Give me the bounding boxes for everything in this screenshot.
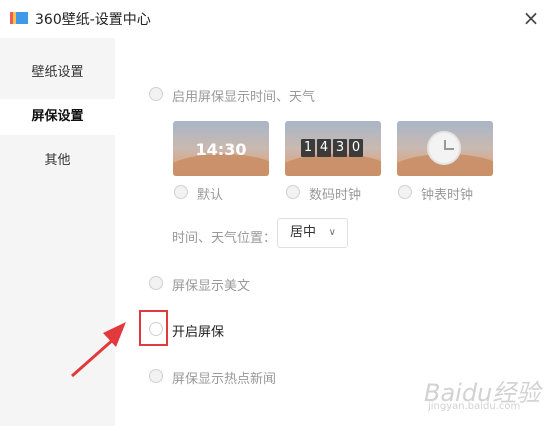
style-default-preview[interactable]: 14:30 <box>173 121 269 176</box>
show-news-radio[interactable] <box>149 369 163 383</box>
digit: 0 <box>349 139 363 157</box>
position-select[interactable]: 居中 ∨ <box>277 218 348 248</box>
style-default-radio[interactable] <box>174 185 188 199</box>
window-title: 360壁纸-设置中心 <box>35 12 151 28</box>
show-news-label: 屏保显示热点新闻 <box>172 372 277 387</box>
sidebar-item-other[interactable]: 其他 <box>0 143 115 179</box>
style-analog-label: 钟表时钟 <box>421 188 474 203</box>
sidebar-item-screensaver-settings[interactable]: 屏保设置 <box>0 99 115 135</box>
title-bar: 360壁纸-设置中心 × <box>0 0 554 38</box>
show-time-weather-label: 启用屏保显示时间、天气 <box>172 90 316 105</box>
watermark-url: jingyan.baidu.com <box>428 401 521 412</box>
style-analog-preview[interactable] <box>397 121 493 176</box>
default-clock-text: 14:30 <box>195 140 247 159</box>
show-article-radio[interactable] <box>149 276 163 290</box>
style-digital-preview[interactable]: 1 4 3 0 <box>285 121 381 176</box>
digit: 4 <box>317 139 331 157</box>
chevron-down-icon: ∨ <box>328 227 336 238</box>
style-analog-radio[interactable] <box>398 185 412 199</box>
position-label: 时间、天气位置： <box>172 231 277 246</box>
show-article-label: 屏保显示美文 <box>172 279 251 294</box>
digital-clock-digits: 1 4 3 0 <box>301 139 363 157</box>
settings-panel: 启用屏保显示时间、天气 14:30 1 4 3 0 默认 数码时钟 钟表时钟 时… <box>115 38 554 426</box>
highlight-box <box>139 310 168 346</box>
digit: 3 <box>333 139 347 157</box>
enable-screensaver-label: 开启屏保 <box>172 325 225 340</box>
style-digital-label: 数码时钟 <box>309 188 362 203</box>
style-digital-radio[interactable] <box>286 185 300 199</box>
sidebar: 壁纸设置 屏保设置 其他 <box>0 38 115 426</box>
show-time-weather-radio[interactable] <box>149 87 163 101</box>
digit: 1 <box>301 139 315 157</box>
app-logo-icon <box>10 12 28 24</box>
close-icon[interactable]: × <box>520 7 542 29</box>
sidebar-item-wallpaper-settings[interactable]: 壁纸设置 <box>0 55 115 91</box>
analog-clock-icon <box>427 131 461 165</box>
style-default-label: 默认 <box>197 188 224 203</box>
position-select-value: 居中 <box>290 225 317 240</box>
